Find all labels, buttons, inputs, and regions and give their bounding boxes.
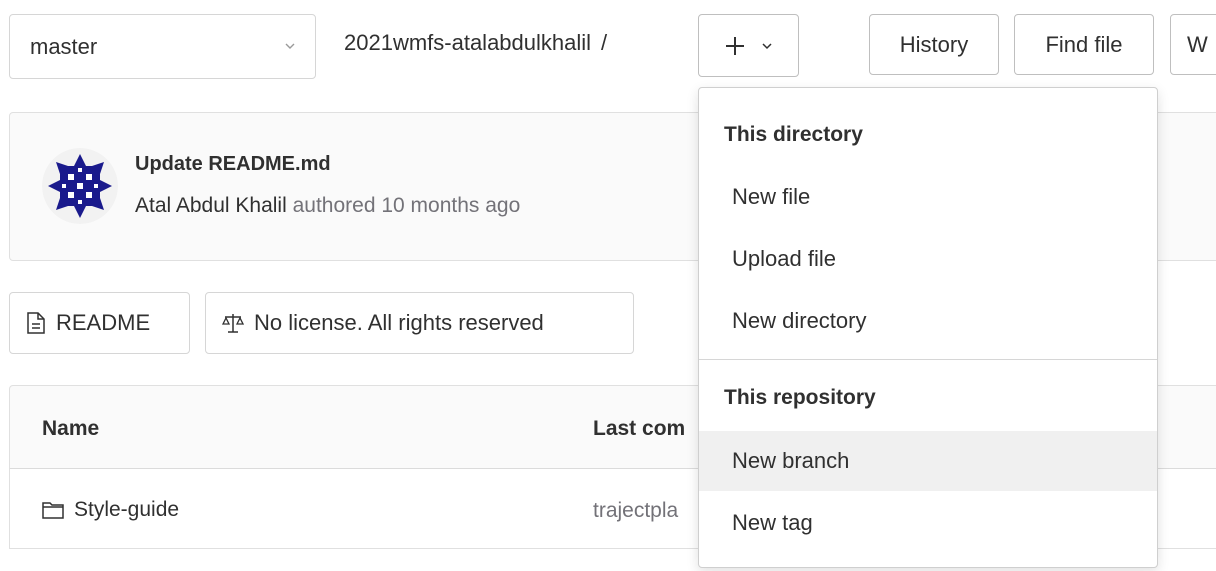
dropdown-section-header-repository: This repository — [724, 386, 876, 409]
menu-item-new-directory[interactable]: New directory — [699, 291, 1157, 351]
chevron-down-icon — [285, 43, 295, 49]
find-file-button[interactable]: Find file — [1014, 14, 1154, 75]
menu-item-upload-file[interactable]: Upload file — [699, 229, 1157, 289]
license-badge[interactable]: No license. All rights reserved — [205, 292, 634, 354]
dropdown-section-header-directory: This directory — [724, 123, 863, 146]
plus-icon — [725, 36, 744, 55]
column-header-last-commit: Last com — [593, 417, 686, 440]
commit-author-link[interactable]: Atal Abdul Khalil — [135, 194, 287, 217]
menu-item-new-branch[interactable]: New branch — [699, 431, 1157, 491]
path-separator: / — [601, 30, 608, 55]
menu-item-new-file[interactable]: New file — [699, 167, 1157, 227]
dropdown-divider — [699, 359, 1157, 360]
file-entry-link[interactable]: Style-guide — [42, 498, 179, 522]
add-to-tree-button[interactable] — [698, 14, 799, 77]
add-to-tree-dropdown: This directory New file Upload file New … — [698, 87, 1158, 568]
readme-badge[interactable]: README — [9, 292, 190, 354]
branch-selector[interactable]: master — [9, 14, 316, 79]
web-ide-button[interactable]: W — [1170, 14, 1216, 75]
breadcrumb: 2021wmfs-atalabdulkhalil / — [344, 30, 607, 56]
history-button[interactable]: History — [869, 14, 999, 75]
menu-item-new-tag[interactable]: New tag — [699, 493, 1157, 553]
folder-icon — [42, 502, 64, 519]
file-entry-last-commit-link[interactable]: trajectpla — [593, 499, 678, 523]
license-badge-label: No license. All rights reserved — [254, 310, 544, 335]
find-file-button-label: Find file — [1045, 31, 1123, 57]
scale-icon — [222, 314, 244, 333]
avatar[interactable] — [42, 148, 118, 224]
branch-name: master — [30, 33, 98, 59]
file-entry-name: Style-guide — [74, 498, 180, 521]
commit-time: authored 10 months ago — [286, 194, 521, 217]
commit-meta: Atal Abdul Khalil authored 10 months ago — [135, 194, 520, 218]
file-text-icon — [27, 312, 45, 334]
commit-title-link[interactable]: Update README.md — [135, 153, 331, 176]
repo-name-link[interactable]: 2021wmfs-atalabdulkhalil — [344, 30, 591, 55]
web-ide-button-label: W — [1187, 31, 1208, 57]
readme-badge-label: README — [56, 310, 151, 335]
column-header-name: Name — [42, 417, 100, 440]
history-button-label: History — [899, 31, 969, 57]
chevron-down-icon — [761, 42, 772, 49]
